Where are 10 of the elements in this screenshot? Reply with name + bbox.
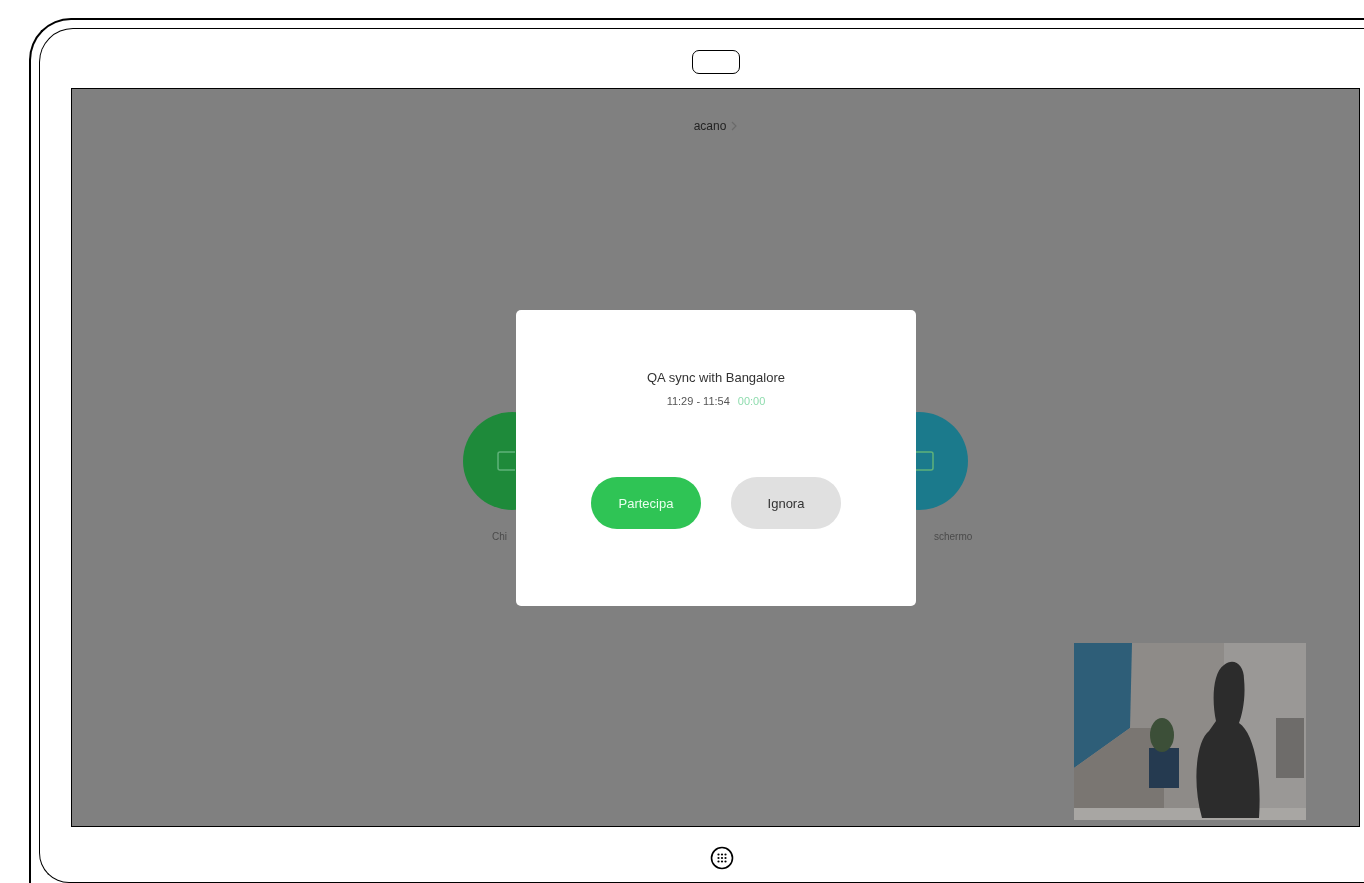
ignore-button[interactable]: Ignora [731, 477, 841, 529]
call-title[interactable]: acano [693, 119, 727, 133]
home-button-icon[interactable] [710, 846, 734, 870]
meeting-title: QA sync with Bangalore [647, 370, 785, 385]
join-button[interactable]: Partecipa [591, 477, 701, 529]
meeting-time: 11:29 - 11:54 [666, 395, 730, 407]
screen-icon [916, 451, 934, 471]
screen-icon [497, 451, 515, 471]
countdown: 00:00 [737, 395, 766, 407]
camera-icon [692, 50, 740, 74]
